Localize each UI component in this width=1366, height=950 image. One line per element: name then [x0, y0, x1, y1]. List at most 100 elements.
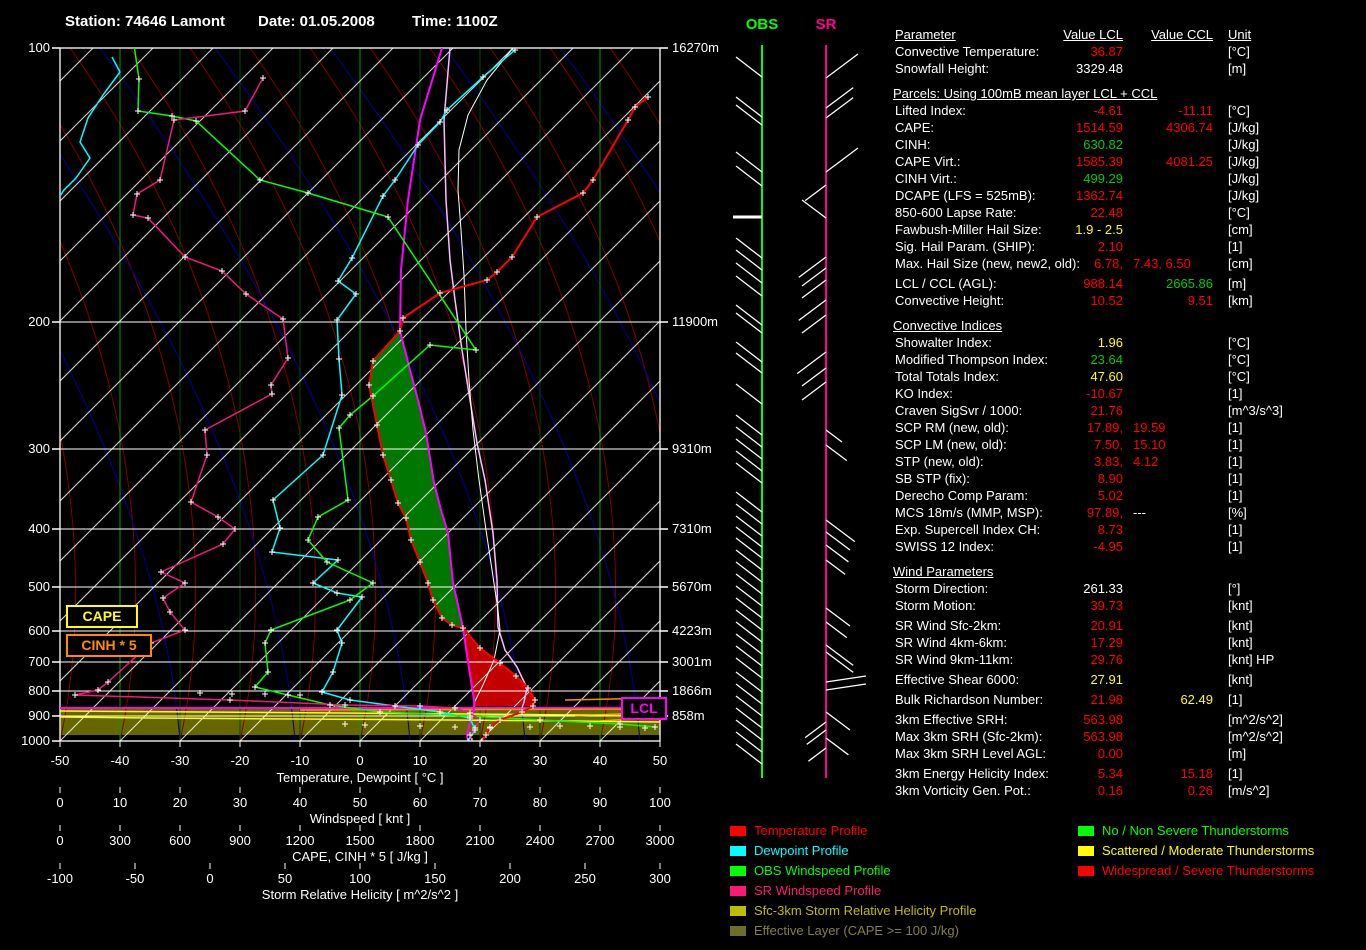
- obs-wind-barb: [736, 451, 762, 471]
- height-label: 858m: [672, 708, 705, 723]
- parameter-unit: [%]: [1228, 504, 1247, 521]
- obs-wind-barb: [736, 550, 762, 570]
- height-label: 4223m: [672, 623, 712, 638]
- obs-wind-barb: [736, 598, 762, 618]
- parameter-unit: [1]: [1228, 521, 1242, 538]
- parameter-value-lcl: 630.82: [1013, 136, 1123, 153]
- parameter-value-lcl: 3329.48: [1013, 60, 1123, 77]
- parameter-value-lcl: 22.48: [1013, 204, 1123, 221]
- sr-wind-barb: [807, 730, 826, 744]
- parameter-row: SR Wind Sfc-2km:20.91[knt]: [893, 617, 1363, 634]
- axis-tick-label: 30: [510, 753, 570, 768]
- moist-adiabat-line: [190, 48, 376, 741]
- obs-wind-barb: [736, 305, 762, 325]
- axis-tick-label: 2700: [570, 833, 630, 848]
- parameter-label: SCP LM (new, old):: [895, 436, 1007, 453]
- parameter-unit: [m^2/s^2]: [1228, 728, 1283, 745]
- obs-wind-barb: [736, 105, 762, 125]
- parameter-unit: [1]: [1228, 453, 1242, 470]
- height-label: 16270m: [672, 40, 719, 55]
- parameter-value-lcl: -4.61: [1013, 102, 1123, 119]
- legend-label: Dewpoint Profile: [754, 843, 849, 858]
- parameter-unit: [knt]: [1228, 597, 1253, 614]
- obs-wind-barb: [736, 384, 762, 404]
- parameter-value-lcl: 8.90: [1013, 470, 1123, 487]
- cape-area-fill: [369, 331, 463, 628]
- sr-wind-barb: [826, 445, 847, 461]
- parameter-unit: [°]: [1228, 580, 1240, 597]
- parameter-label: Total Totals Index:: [895, 368, 999, 385]
- parameter-label: Snowfall Height:: [895, 60, 989, 77]
- parameter-value-lcl: -10.67: [1013, 385, 1123, 402]
- axis-tick-label: 300: [630, 871, 690, 886]
- parameter-label: Storm Motion:: [895, 597, 976, 614]
- axis-tick-label: -50: [105, 871, 165, 886]
- axis-tick-label: 100: [330, 871, 390, 886]
- pressure-label: 900: [14, 708, 50, 723]
- axis-tick-label: 50: [330, 795, 390, 810]
- parameter-value-lcl: 1.96: [1013, 334, 1123, 351]
- legend-label: Temperature Profile: [754, 823, 867, 838]
- sr-wind-barb: [826, 684, 866, 690]
- parameter-value-lcl: 39.73: [1013, 597, 1123, 614]
- dry-adiabat-line: [560, 48, 870, 741]
- sr-wind-barb: [826, 622, 847, 638]
- obs-wind-barb: [736, 538, 762, 558]
- parameter-value-ccl: 4306.74: [1133, 119, 1213, 136]
- parameter-unit: [°C]: [1228, 43, 1250, 60]
- sr-wind-barb: [826, 608, 850, 626]
- parameter-row: STP (new, old):3.83,4.12[1]: [893, 453, 1363, 470]
- obs-wind-barb: [736, 708, 762, 728]
- parameter-unit: [m]: [1228, 275, 1246, 292]
- parameter-value-lcl: 1514.59: [1013, 119, 1123, 136]
- legend-label: Scattered / Moderate Thunderstorms: [1102, 843, 1314, 858]
- parameter-row: SCP LM (new, old):7.50,15.10[1]: [893, 436, 1363, 453]
- parameter-row: 850-600 Lapse Rate:22.48[°C]: [893, 204, 1363, 221]
- legend-label: Sfc-3km Storm Relative Helicity Profile: [754, 903, 977, 918]
- axis-tick-label: 80: [510, 795, 570, 810]
- parameter-value-lcl: 3.83,: [1013, 453, 1123, 470]
- parameter-value-lcl: -4.95: [1013, 538, 1123, 555]
- legend-swatch: [730, 846, 746, 856]
- legend-swatch: [730, 826, 746, 836]
- parameter-value-lcl: 36.87: [1013, 43, 1123, 60]
- axis-tick-label: 20: [450, 753, 510, 768]
- obs-wind-barb: [736, 415, 762, 435]
- axis-tick-label: 1500: [330, 833, 390, 848]
- height-label: 1866m: [672, 683, 712, 698]
- panel-section-title: Convective Indices: [893, 317, 1363, 334]
- axis-tick-label: 90: [570, 795, 630, 810]
- sr-column-header: SR: [796, 16, 856, 33]
- parameter-row: Craven SigSvr / 1000:21.76[m^3/s^3]: [893, 402, 1363, 419]
- pressure-label: 100: [14, 40, 50, 55]
- axis-tick-label: 2400: [510, 833, 570, 848]
- axis-tick-label: 60: [390, 795, 450, 810]
- parameter-row: 3km Effective SRH:563.98[m^2/s^2]: [893, 711, 1363, 728]
- parameter-row: LCL / CCL (AGL):988.142665.86[m]: [893, 275, 1363, 292]
- sr-wind-barb: [826, 148, 858, 172]
- parameter-unit: [cm]: [1228, 221, 1253, 238]
- obs-wind-barb: [736, 57, 762, 77]
- panel-header-row: Parameter Value LCL Value CCL Unit: [893, 26, 1363, 43]
- parameter-unit: [°C]: [1228, 102, 1250, 119]
- parameter-row: Modified Thompson Index:23.64[°C]: [893, 351, 1363, 368]
- axis-tick-label: 30: [210, 795, 270, 810]
- parameter-label: KO Index:: [895, 385, 953, 402]
- parameter-unit: [1]: [1228, 487, 1242, 504]
- axis-tick-label: 300: [90, 833, 150, 848]
- parameter-row: SCP RM (new, old):17.89,19.59[1]: [893, 419, 1363, 436]
- axis-tick-label: 150: [405, 871, 465, 886]
- parameter-label: Showalter Index:: [895, 334, 992, 351]
- parameter-value-lcl: 21.98: [1013, 691, 1123, 708]
- axis-tick-label: 50: [255, 871, 315, 886]
- pressure-label: 1000: [14, 733, 50, 748]
- obs-wind-barb: [736, 276, 762, 296]
- parameter-value-lcl: 6.78,: [1013, 255, 1123, 272]
- moist-adiabat-line: [130, 48, 316, 741]
- parameter-value-lcl: 1.9 - 2.5: [1013, 221, 1123, 238]
- legend-swatch: [1078, 866, 1094, 876]
- parameter-label: Lifted Index:: [895, 102, 966, 119]
- parameter-value-extra: ---: [1133, 504, 1146, 521]
- axis-tick-label: 0: [180, 871, 240, 886]
- severity-legend: No / Non Severe ThunderstormsScattered /…: [1078, 823, 1366, 893]
